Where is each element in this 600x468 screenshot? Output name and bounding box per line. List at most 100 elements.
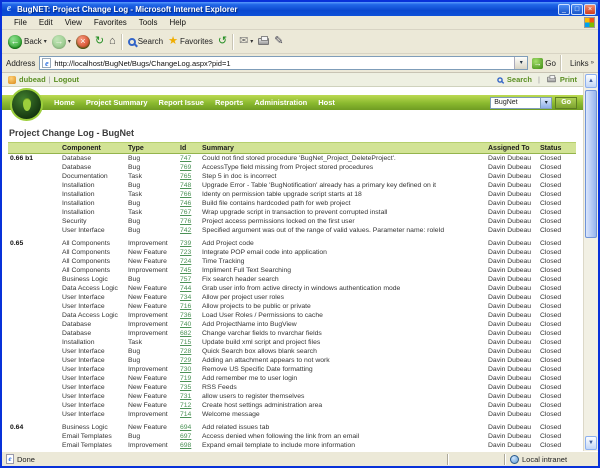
issue-id-link[interactable]: 742 (180, 227, 191, 234)
cell-id: 728 (178, 347, 200, 356)
search-button[interactable]: Search (127, 37, 163, 46)
maximize-button[interactable]: □ (571, 3, 583, 15)
header-id[interactable]: Id (178, 142, 200, 154)
user-icon (8, 75, 16, 84)
stop-button[interactable]: × (75, 34, 90, 49)
issue-id-link[interactable]: 694 (180, 424, 191, 431)
issue-id-link[interactable]: 740 (180, 321, 191, 328)
edit-button[interactable]: ✎ (274, 36, 283, 47)
issue-id-link[interactable]: 757 (180, 276, 191, 283)
issue-id-link[interactable]: 697 (180, 433, 191, 440)
issue-id-link[interactable]: 714 (180, 411, 191, 418)
issue-id-link[interactable]: 745 (180, 267, 191, 274)
scroll-down-icon[interactable]: ▼ (585, 436, 597, 450)
project-select[interactable]: BugNet ▾ (490, 96, 553, 109)
changelog-row: User Interface Bug 728 Quick Search box all… (8, 347, 576, 356)
back-button[interactable]: ← Back ▾ (8, 34, 47, 49)
issue-id-link[interactable]: 766 (180, 191, 191, 198)
refresh-button[interactable]: ↻ (95, 36, 104, 47)
nav-project-summary[interactable]: Project Summary (86, 98, 148, 107)
mail-button[interactable]: ✉ ▾ (239, 36, 253, 47)
logout-link[interactable]: Logout (54, 75, 79, 84)
issue-id-link[interactable]: 682 (180, 330, 191, 337)
menu-favorites[interactable]: Favorites (88, 18, 133, 27)
issue-id-link[interactable]: 767 (180, 209, 191, 216)
issue-id-link[interactable]: 723 (180, 249, 191, 256)
issue-id-link[interactable]: 739 (180, 240, 191, 247)
cell-summary: Project access permissions locked on the… (202, 218, 355, 225)
address-dropdown-icon[interactable]: ▾ (514, 57, 528, 69)
links-button[interactable]: Links » (566, 59, 594, 68)
menu-tools[interactable]: Tools (133, 18, 164, 27)
forward-arrow-icon: → (51, 34, 66, 49)
issue-id-link[interactable]: 724 (180, 258, 191, 265)
bugnet-logo[interactable] (10, 88, 43, 121)
issue-id-link[interactable]: 734 (180, 294, 191, 301)
history-button[interactable]: ↺ (218, 36, 227, 47)
issue-id-link[interactable]: 744 (180, 285, 191, 292)
issue-id-link[interactable]: 712 (180, 402, 191, 409)
issue-id-link[interactable]: 746 (180, 200, 191, 207)
issue-id-link[interactable]: 719 (180, 375, 191, 382)
forward-button[interactable]: → ▾ (51, 34, 71, 49)
issue-id-link[interactable]: 731 (180, 393, 191, 400)
mail-icon: ✉ (239, 35, 249, 47)
nav-host[interactable]: Host (318, 98, 335, 107)
address-field[interactable]: e ▾ (39, 56, 529, 70)
scrollbar-thumb[interactable] (585, 90, 597, 238)
close-button[interactable]: × (584, 3, 596, 15)
issue-id-link[interactable]: 748 (180, 182, 191, 189)
nav-administration[interactable]: Administration (254, 98, 307, 107)
issue-id-link[interactable]: 736 (180, 312, 191, 319)
issue-id-link[interactable]: 735 (180, 384, 191, 391)
cell-status: Closed (540, 240, 562, 247)
minimize-button[interactable]: _ (558, 3, 570, 15)
username-link[interactable]: dubead (19, 75, 46, 84)
version-label (8, 338, 60, 347)
issue-id-link[interactable]: 728 (180, 348, 191, 355)
page-search-icon (497, 76, 503, 83)
page-search-link[interactable]: Search (507, 75, 532, 84)
page-print-link[interactable]: Print (560, 75, 577, 84)
changelog-row: Installation Task 766 Identy on permission … (8, 190, 576, 199)
issue-id-link[interactable]: 729 (180, 357, 191, 364)
issue-id-link[interactable]: 730 (180, 366, 191, 373)
issue-id-link[interactable]: 716 (180, 303, 191, 310)
project-go-button[interactable]: Go (555, 96, 577, 109)
nav-report-issue[interactable]: Report Issue (159, 98, 204, 107)
vertical-scrollbar[interactable]: ▲ ▼ (583, 73, 598, 451)
header-component[interactable]: Component (60, 142, 126, 154)
header-status[interactable]: Status (538, 142, 576, 154)
home-button[interactable]: ⌂ (109, 36, 116, 47)
issue-id-link[interactable]: 776 (180, 218, 191, 225)
issue-id-link[interactable]: 747 (180, 155, 191, 162)
changelog-row: User Interface New Feature 734 Allow per pr… (8, 293, 576, 302)
issue-id-link[interactable]: 715 (180, 339, 191, 346)
issue-id-link[interactable]: 769 (180, 164, 191, 171)
cell-component: Data Access Logic (62, 285, 118, 292)
header-type[interactable]: Type (126, 142, 178, 154)
menu-help[interactable]: Help (163, 18, 191, 27)
scroll-up-icon[interactable]: ▲ (585, 74, 597, 88)
menu-file[interactable]: File (8, 18, 33, 27)
issue-id-link[interactable]: 765 (180, 173, 191, 180)
cell-id: 740 (178, 320, 200, 329)
mail-dropdown-icon[interactable]: ▾ (250, 38, 253, 45)
back-label: Back (24, 37, 42, 46)
menu-view[interactable]: View (59, 18, 88, 27)
go-button[interactable]: → Go (532, 57, 556, 69)
favorites-button[interactable]: ★ Favorites (168, 36, 213, 47)
issue-id-link[interactable]: 698 (180, 442, 191, 449)
cell-assigned-to: Davin Dubeau (488, 182, 532, 189)
back-dropdown-icon[interactable]: ▾ (44, 38, 47, 45)
nav-reports[interactable]: Reports (215, 98, 243, 107)
chevron-down-icon[interactable]: ▾ (540, 97, 552, 108)
menu-edit[interactable]: Edit (33, 18, 59, 27)
header-assigned-to[interactable]: Assigned To (486, 142, 538, 154)
header-summary[interactable]: Summary (200, 142, 486, 154)
print-button[interactable] (258, 36, 270, 45)
address-input[interactable] (54, 57, 512, 69)
forward-dropdown-icon[interactable]: ▾ (68, 38, 71, 45)
nav-home[interactable]: Home (54, 98, 75, 107)
cell-assigned-to: Davin Dubeau (488, 240, 532, 247)
